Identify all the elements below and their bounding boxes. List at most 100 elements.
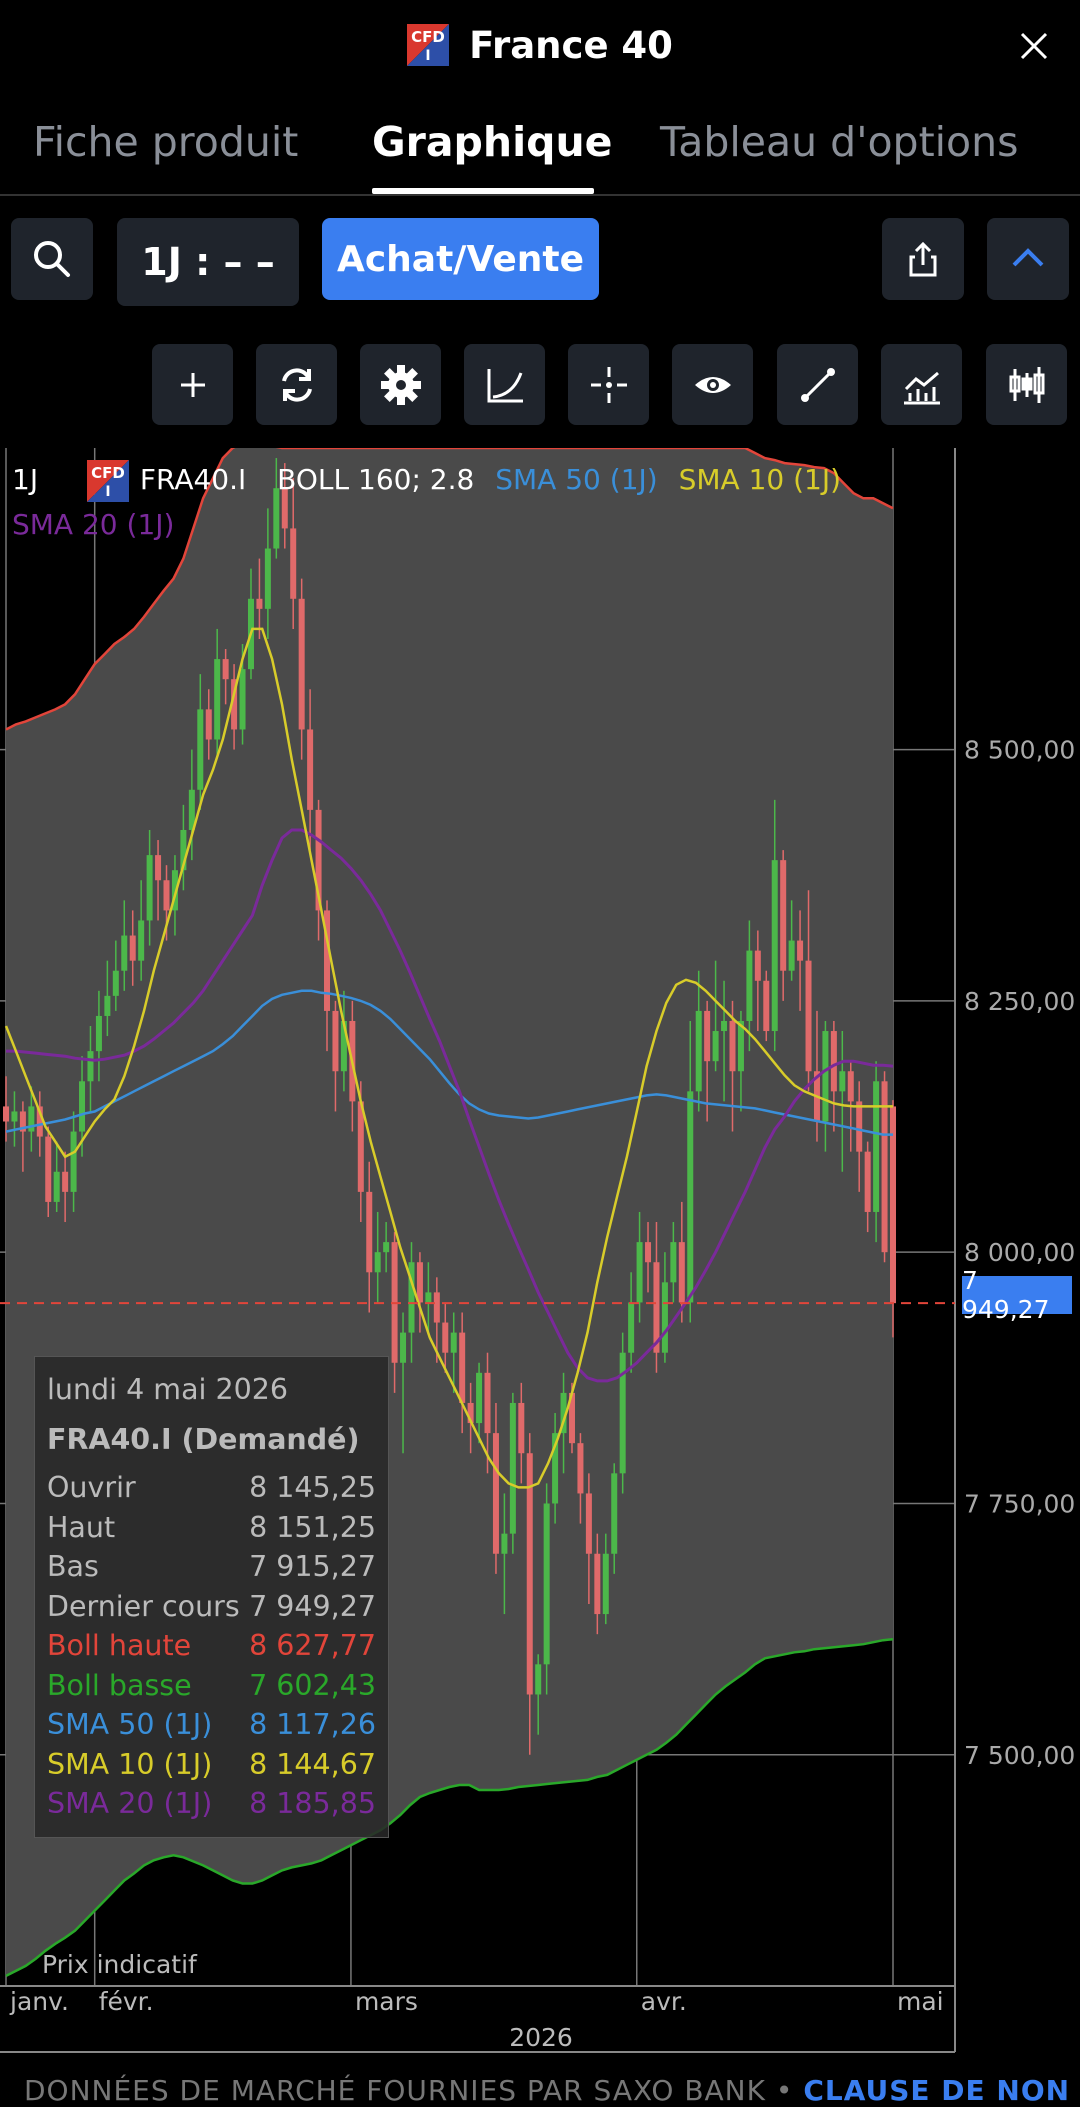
candle-body	[839, 1071, 846, 1092]
candle-body	[594, 1553, 601, 1615]
time-axis: janv. févr. mars avr. mai 2026	[9, 1987, 944, 2052]
y-tick-label: 8 250,00	[964, 987, 1075, 1016]
last-price-tag: 7 949,27	[962, 1266, 1072, 1324]
price-chart[interactable]: 8 500,00 8 250,00 8 000,00 7 750,00 7 500,00…	[0, 441, 1080, 2096]
candle-body	[484, 1372, 491, 1434]
page-title: France 40	[469, 23, 673, 67]
candle-body	[11, 1111, 18, 1122]
refresh-button[interactable]	[256, 344, 337, 425]
candle-body	[611, 1473, 618, 1554]
tooltip-row-label: SMA 10 (1J)	[47, 1747, 213, 1781]
close-button[interactable]	[1014, 26, 1054, 66]
candle-body	[585, 1493, 592, 1554]
close-icon	[1020, 32, 1048, 60]
visibility-button[interactable]	[672, 344, 753, 425]
tooltip-row: Bas 7 915,27	[47, 1550, 376, 1588]
plus-icon	[180, 372, 205, 397]
candle-body	[661, 1282, 668, 1353]
svg-text:CFD: CFD	[411, 28, 445, 46]
x-tick-label: févr.	[99, 1987, 154, 2016]
gear-icon	[380, 364, 421, 405]
x-year-label: 2026	[509, 2023, 573, 2052]
search-button[interactable]	[11, 218, 93, 300]
timeframe-label: 1J : – –	[141, 240, 275, 284]
settings-button[interactable]	[360, 344, 441, 425]
candle-body	[366, 1191, 373, 1273]
legend-sma50: SMA 50 (1J)	[495, 463, 658, 496]
candle-body	[721, 1020, 728, 1032]
y-tick-label: 7 500,00	[964, 1741, 1075, 1770]
candle-body	[518, 1402, 525, 1454]
candle-body	[754, 950, 761, 981]
candle-body	[501, 1533, 508, 1554]
candle-body	[239, 669, 246, 730]
crosshair-button[interactable]	[568, 344, 649, 425]
indicative-price-label: Prix indicatif	[42, 1950, 197, 1979]
tab-graphique[interactable]: Graphique	[372, 118, 612, 166]
candle-body	[526, 1453, 533, 1695]
tooltip-row-value: 7 602,43	[249, 1668, 376, 1702]
chart-canvas[interactable]: 8 500,00 8 250,00 8 000,00 7 750,00 7 500,00…	[0, 441, 1080, 2096]
tooltip-row-value: 7 949,27	[249, 1589, 376, 1623]
tab-bar: Fiche produit Graphique Tableau d'option…	[0, 108, 1080, 196]
candle-body	[856, 1101, 863, 1152]
candle-body	[3, 1106, 9, 1122]
buy-sell-button[interactable]: Achat/Vente	[322, 218, 599, 300]
legend-sma20: SMA 20 (1J)	[12, 508, 175, 541]
candle-body	[670, 1242, 677, 1283]
eye-icon	[694, 376, 731, 393]
candle-body	[729, 1020, 736, 1072]
share-icon	[909, 241, 937, 277]
tooltip-instrument: FRA40.I (Demandé)	[47, 1423, 360, 1456]
tooltip-row-value: 8 627,77	[249, 1629, 376, 1662]
legend-symbol: FRA40.I	[139, 463, 247, 496]
tooltip-row: SMA 10 (1J) 8 144,67	[47, 1748, 376, 1786]
candle-body	[492, 1433, 499, 1554]
candle-body	[129, 935, 136, 961]
candle-body	[79, 1081, 86, 1132]
refresh-icon	[281, 367, 312, 402]
line-tool-button[interactable]	[777, 344, 858, 425]
indicator-button[interactable]	[881, 344, 962, 425]
candle-body	[509, 1402, 516, 1534]
candle-body	[890, 1106, 896, 1304]
chart-legend: 1J CFD I FRA40.I BOLL 160; 2.8 SMA 50 (1J…	[12, 460, 841, 502]
candle-body	[628, 1302, 635, 1353]
candle-body	[146, 855, 153, 921]
tooltip-row-label: Boll haute	[47, 1629, 192, 1662]
svg-text:I: I	[105, 484, 110, 500]
add-indicator-button[interactable]	[152, 344, 233, 425]
tooltip-row: Dernier cours 7 949,27	[47, 1590, 376, 1628]
tooltip-row: Boll basse 7 602,43	[47, 1669, 376, 1707]
candle-body	[535, 1664, 542, 1695]
candle-body	[704, 1010, 711, 1062]
candle-body	[45, 1136, 52, 1202]
candle-body	[62, 1171, 69, 1192]
indicator-icon	[903, 371, 940, 404]
share-button[interactable]	[882, 218, 964, 300]
x-tick-label: mars	[355, 1987, 418, 2016]
tab-fiche-produit[interactable]: Fiche produit	[33, 118, 298, 166]
x-tick-label: mai	[897, 1987, 944, 2016]
tooltip-row: Haut 8 151,25	[47, 1511, 376, 1549]
candle-body	[830, 1031, 837, 1092]
tooltip-row-value: 8 151,25	[249, 1510, 376, 1544]
tooltip-row-value: 8 145,25	[249, 1471, 376, 1504]
legend-period: 1J	[12, 463, 39, 496]
candle-body	[290, 528, 297, 599]
candle-body	[400, 1332, 407, 1363]
curve-tool-button[interactable]	[464, 344, 545, 425]
candle-body	[112, 970, 119, 996]
chart-type-button[interactable]	[986, 344, 1067, 425]
tooltip-row-value: 8 144,67	[249, 1747, 376, 1781]
candle-body	[442, 1322, 449, 1353]
candle-body	[205, 709, 212, 740]
ohlc-tooltip: lundi 4 mai 2026 FRA40.I (Demandé) Ouvri…	[34, 1356, 389, 1838]
collapse-button[interactable]	[987, 218, 1069, 300]
candle-body	[678, 1242, 685, 1303]
tab-tableau-options[interactable]: Tableau d'options	[660, 118, 1018, 166]
footer-link[interactable]: CLAUSE DE NON	[803, 2074, 1070, 2107]
tooltip-row-label: SMA 50 (1J)	[47, 1708, 213, 1741]
timeframe-button[interactable]: 1J : – –	[117, 218, 299, 306]
svg-text:I: I	[425, 48, 430, 64]
